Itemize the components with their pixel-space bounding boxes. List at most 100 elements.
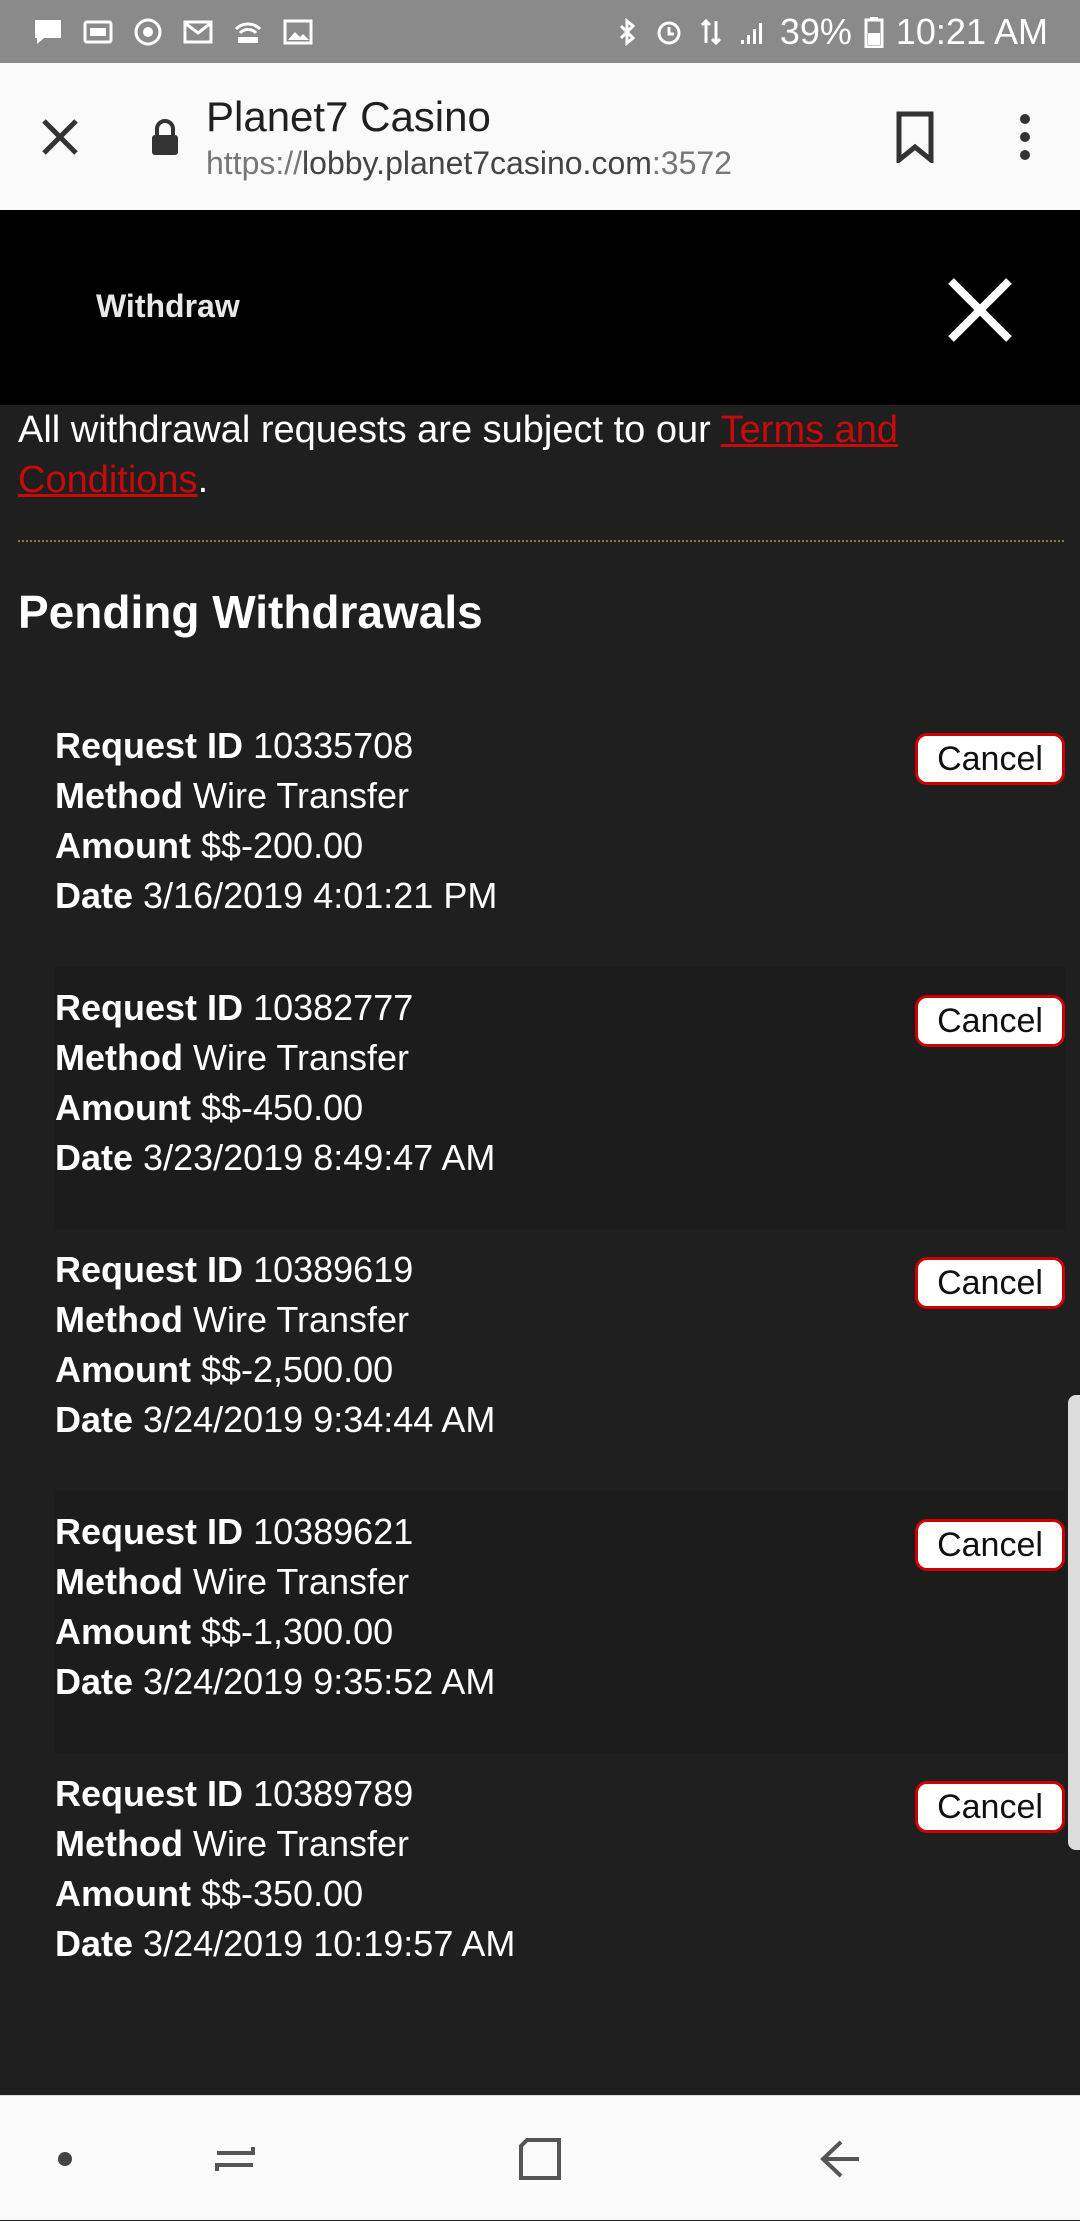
- request-id-value: 10389619: [253, 1249, 414, 1290]
- chrome-icon: [134, 18, 162, 45]
- method-line: Method Wire Transfer: [55, 1033, 1065, 1083]
- nav-dot-button[interactable]: [30, 2096, 100, 2221]
- scrollbar-thumb[interactable]: [1068, 1395, 1080, 1850]
- amount-line: Amount $$-350.00: [55, 1869, 1065, 1919]
- cancel-button[interactable]: Cancel: [915, 733, 1065, 785]
- bookmark-button[interactable]: [860, 63, 970, 210]
- request-id-value: 10389789: [253, 1773, 414, 1814]
- status-bar: 39% 10:21 AM: [0, 0, 1080, 63]
- gallery-icon: [283, 19, 313, 44]
- request-id-line: Request ID 10389619: [55, 1245, 1065, 1295]
- method-value: Wire Transfer: [192, 1561, 410, 1602]
- bluetooth-icon: [619, 17, 636, 46]
- cancel-button[interactable]: Cancel: [915, 1781, 1065, 1833]
- bookmark-icon: [896, 111, 934, 163]
- date-value: 3/23/2019 8:49:47 AM: [143, 1137, 496, 1178]
- close-icon: [948, 278, 1012, 342]
- more-options-button[interactable]: [970, 63, 1080, 210]
- date-line: Date 3/24/2019 10:19:57 AM: [55, 1919, 1065, 1969]
- amount-label: Amount: [55, 1087, 191, 1128]
- navigation-bar: [0, 2095, 1080, 2220]
- request-id-line: Request ID 10335708: [55, 721, 1065, 771]
- back-button[interactable]: [790, 2096, 890, 2221]
- cancel-button[interactable]: Cancel: [915, 1257, 1065, 1309]
- address-area[interactable]: Planet7 Casino https://lobby.planet7casi…: [206, 91, 860, 183]
- recents-icon: [215, 2146, 255, 2171]
- request-id-line: Request ID 10382777: [55, 983, 1065, 1033]
- terms-notice: All withdrawal requests are subject to o…: [18, 405, 1058, 505]
- clock: 10:21 AM: [895, 10, 1048, 52]
- close-tab-button[interactable]: [0, 63, 120, 210]
- dialog-header: Withdraw: [0, 210, 1080, 405]
- method-line: Method Wire Transfer: [55, 1819, 1065, 1869]
- divider: [18, 540, 1064, 542]
- request-id-label: Request ID: [55, 1773, 244, 1814]
- amount-value: $$-2,500.00: [200, 1349, 394, 1390]
- request-id-line: Request ID 10389621: [55, 1507, 1065, 1557]
- date-line: Date 3/16/2019 4:01:21 PM: [55, 871, 1065, 921]
- request-id-value: 10389621: [253, 1511, 414, 1552]
- page-url: https://lobby.planet7casino.com:3572: [206, 143, 860, 183]
- battery-icon: [864, 16, 884, 48]
- withdrawals-list: Request ID 10335708 Method Wire Transfer…: [55, 705, 1065, 2015]
- date-line: Date 3/24/2019 9:34:44 AM: [55, 1395, 1065, 1445]
- amount-label: Amount: [55, 1349, 191, 1390]
- url-scheme: https://: [206, 144, 303, 181]
- system-status: 39% 10:21 AM: [612, 11, 1048, 53]
- method-label: Method: [55, 1823, 183, 1864]
- dot-icon: [58, 2151, 72, 2166]
- request-id-label: Request ID: [55, 987, 244, 1028]
- lock-icon: [140, 117, 190, 157]
- home-button[interactable]: [490, 2096, 590, 2221]
- notice-text: All withdrawal requests are subject to o…: [18, 409, 721, 451]
- withdraw-content: All withdrawal requests are subject to o…: [0, 405, 1080, 2095]
- method-line: Method Wire Transfer: [55, 1557, 1065, 1607]
- amount-line: Amount $$-200.00: [55, 821, 1065, 871]
- dialog-close-button[interactable]: [940, 270, 1020, 350]
- withdrawal-row: Request ID 10382777 Method Wire Transfer…: [55, 967, 1065, 1229]
- request-id-label: Request ID: [55, 1511, 244, 1552]
- date-value: 3/16/2019 4:01:21 PM: [143, 875, 498, 916]
- method-label: Method: [55, 1299, 183, 1340]
- notice-end: .: [197, 459, 209, 501]
- pch-icon: [83, 20, 113, 43]
- withdrawal-row: Request ID 10335708 Method Wire Transfer…: [55, 705, 1065, 967]
- cancel-button[interactable]: Cancel: [915, 995, 1065, 1047]
- date-value: 3/24/2019 9:34:44 AM: [143, 1399, 496, 1440]
- back-icon: [820, 2140, 859, 2177]
- request-id-value: 10382777: [253, 987, 414, 1028]
- amount-line: Amount $$-1,300.00: [55, 1607, 1065, 1657]
- alarm-icon: [657, 21, 681, 44]
- url-port: :3572: [651, 144, 732, 181]
- home-icon: [519, 2137, 561, 2180]
- section-title: Pending Withdrawals: [18, 586, 483, 638]
- date-value: 3/24/2019 9:35:52 AM: [143, 1661, 496, 1702]
- url-host: lobby.planet7casino.com: [302, 144, 652, 181]
- amount-label: Amount: [55, 825, 191, 866]
- method-value: Wire Transfer: [192, 1299, 410, 1340]
- date-label: Date: [55, 1137, 134, 1178]
- data-icon: [700, 18, 721, 45]
- request-id-label: Request ID: [55, 1249, 244, 1290]
- method-label: Method: [55, 1561, 183, 1602]
- method-label: Method: [55, 1037, 183, 1078]
- signal-icon: [740, 22, 762, 44]
- cancel-button[interactable]: Cancel: [915, 1519, 1065, 1571]
- method-value: Wire Transfer: [192, 1037, 410, 1078]
- more-vert-icon: [1020, 113, 1030, 160]
- battery-percent: 39%: [779, 10, 852, 52]
- date-label: Date: [55, 1399, 134, 1440]
- method-line: Method Wire Transfer: [55, 1295, 1065, 1345]
- recents-button[interactable]: [190, 2096, 280, 2221]
- date-label: Date: [55, 1923, 134, 1964]
- method-line: Method Wire Transfer: [55, 771, 1065, 821]
- amount-value: $$-350.00: [200, 1873, 364, 1914]
- method-value: Wire Transfer: [192, 775, 410, 816]
- date-value: 3/24/2019 10:19:57 AM: [143, 1923, 516, 1964]
- withdrawal-row: Request ID 10389621 Method Wire Transfer…: [55, 1491, 1065, 1753]
- date-label: Date: [55, 1661, 134, 1702]
- chat-icon: [35, 19, 61, 44]
- withdrawal-row: Request ID 10389619 Method Wire Transfer…: [55, 1229, 1065, 1491]
- amount-value: $$-200.00: [200, 825, 364, 866]
- browser-toolbar: Planet7 Casino https://lobby.planet7casi…: [0, 63, 1080, 210]
